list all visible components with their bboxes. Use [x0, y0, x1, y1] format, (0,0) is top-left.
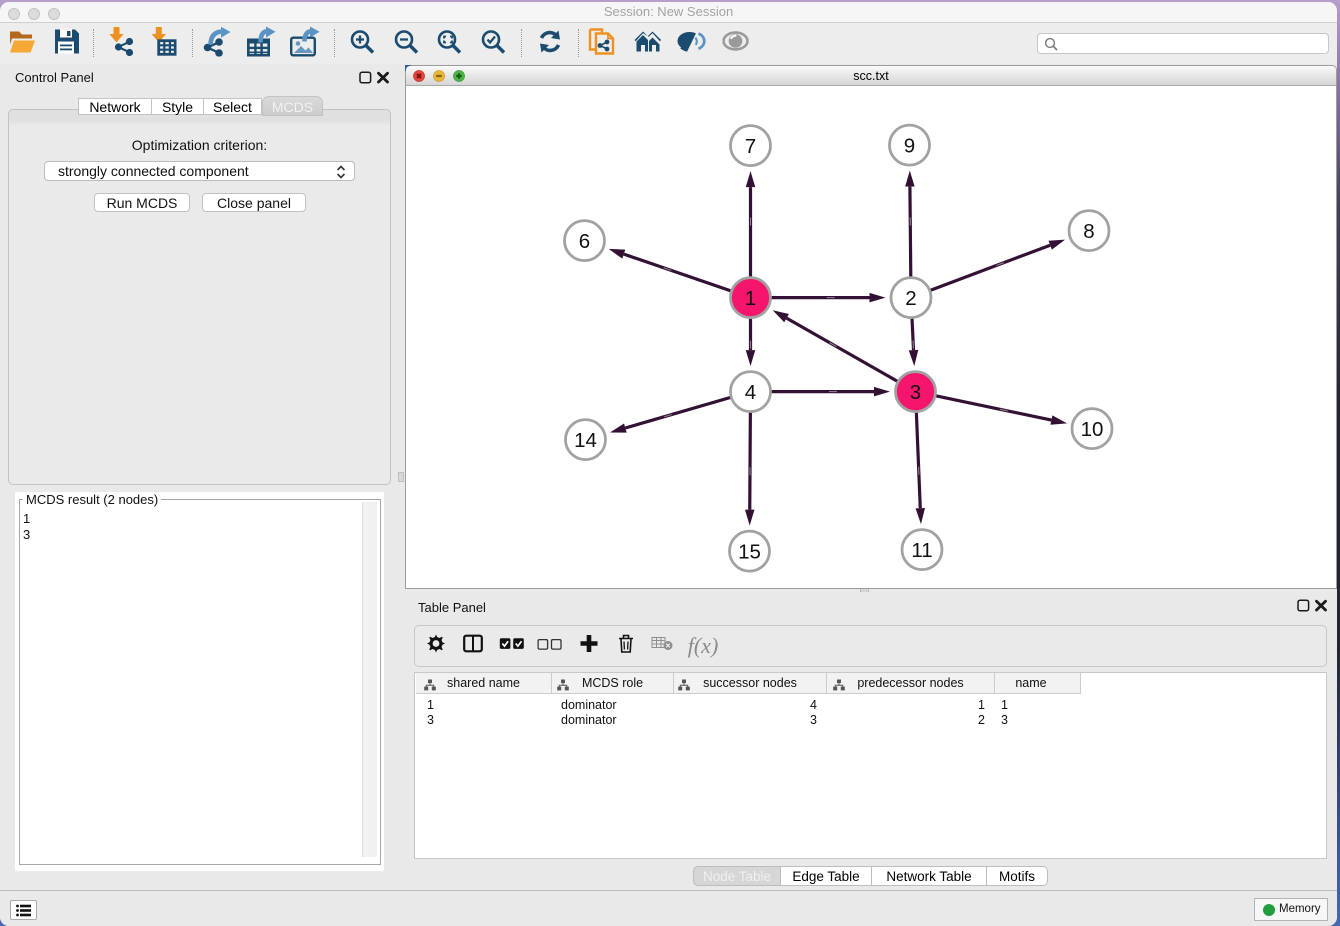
svg-text:2: 2 [905, 287, 916, 310]
svg-text:11: 11 [911, 539, 932, 562]
svg-text:9: 9 [904, 134, 915, 157]
svg-text:15: 15 [738, 540, 761, 563]
svg-text:6: 6 [579, 230, 590, 253]
svg-text:7: 7 [745, 135, 756, 158]
svg-text:10: 10 [1081, 418, 1104, 441]
svg-text:8: 8 [1083, 220, 1094, 243]
svg-text:1: 1 [745, 287, 756, 310]
svg-text:14: 14 [574, 429, 597, 452]
svg-text:4: 4 [745, 381, 756, 404]
svg-text:3: 3 [910, 381, 921, 404]
